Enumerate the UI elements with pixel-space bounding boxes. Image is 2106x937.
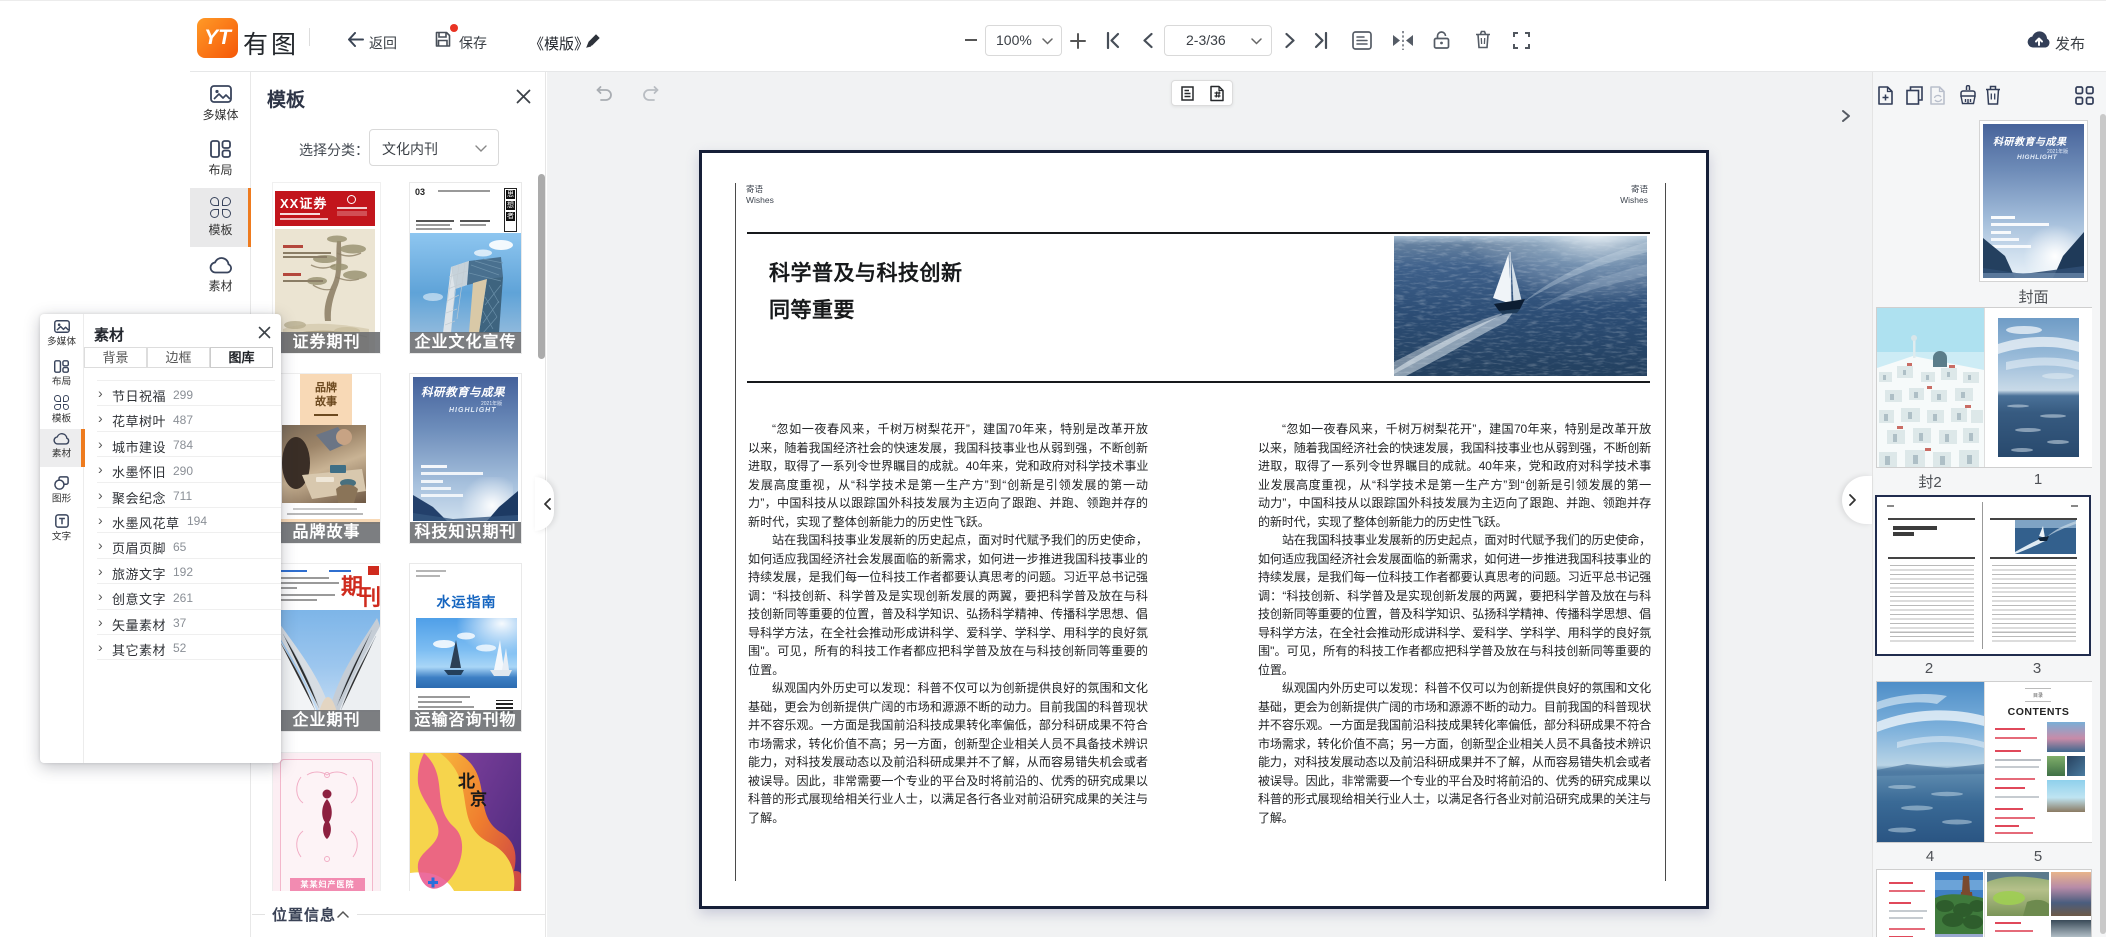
svg-text:北: 北 bbox=[458, 772, 475, 791]
svg-text:京: 京 bbox=[470, 789, 487, 809]
